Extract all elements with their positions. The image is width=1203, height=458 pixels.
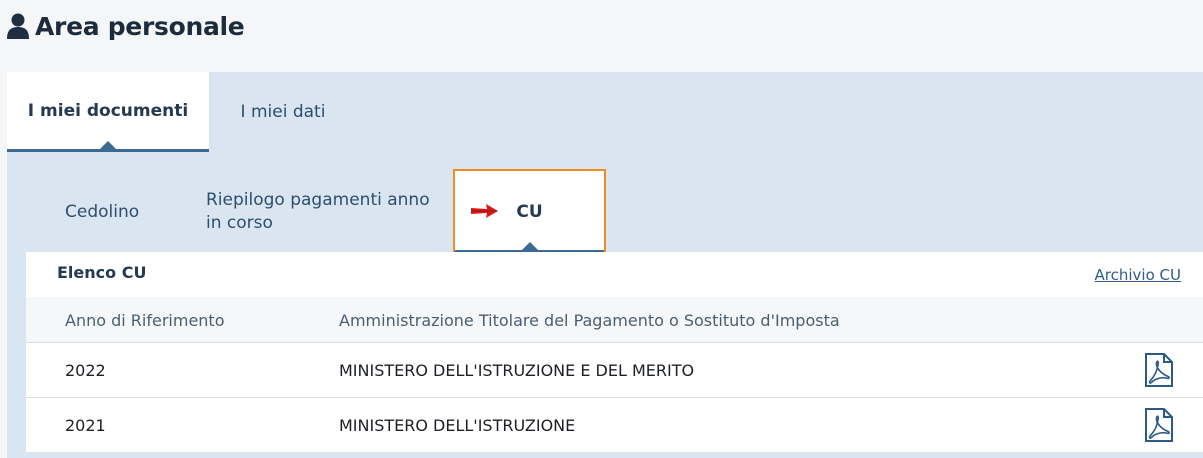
archivio-cu-link[interactable]: Archivio CU xyxy=(1095,266,1181,284)
tab-i-miei-dati[interactable]: I miei dati xyxy=(209,72,357,152)
page-header: Area personale xyxy=(7,8,245,44)
subtab-riepilogo-pagamenti[interactable]: Riepilogo pagamenti anno in corso xyxy=(206,169,436,255)
red-arrow-icon xyxy=(471,204,498,218)
pdf-icon[interactable] xyxy=(1144,353,1174,387)
pdf-icon[interactable] xyxy=(1144,408,1174,442)
card-header: Elenco CU Archivio CU xyxy=(26,252,1203,297)
subtab-label: Cedolino xyxy=(65,201,140,222)
subtab-label: CU xyxy=(516,201,543,222)
row-year: 2022 xyxy=(65,361,106,380)
cu-list-card: Elenco CU Archivio CU Anno di Riferiment… xyxy=(26,252,1203,452)
tab-label: I miei documenti xyxy=(27,100,189,121)
tab-i-miei-documenti[interactable]: I miei documenti xyxy=(7,72,209,152)
column-header-administration: Amministrazione Titolare del Pagamento o… xyxy=(339,311,840,330)
row-administration: MINISTERO DELL'ISTRUZIONE xyxy=(339,416,576,435)
active-tab-caret xyxy=(100,141,116,149)
table-header: Anno di Riferimento Amministrazione Tito… xyxy=(26,297,1203,343)
subtab-cu[interactable]: CU xyxy=(453,169,606,255)
user-icon xyxy=(7,13,29,39)
active-subtab-caret xyxy=(521,242,538,250)
subtab-cedolino[interactable]: Cedolino xyxy=(65,169,185,255)
documents-panel: I miei documenti I miei dati Cedolino Ri… xyxy=(7,72,1203,458)
column-header-year: Anno di Riferimento xyxy=(65,311,225,330)
page-title: Area personale xyxy=(35,11,245,41)
card-title: Elenco CU xyxy=(57,263,147,282)
main-tabs: I miei documenti I miei dati xyxy=(7,72,357,152)
table-row: 2021 MINISTERO DELL'ISTRUZIONE xyxy=(26,398,1203,452)
subtab-label: Riepilogo pagamenti anno in corso xyxy=(206,190,430,233)
row-year: 2021 xyxy=(65,416,106,435)
table-row: 2022 MINISTERO DELL'ISTRUZIONE E DEL MER… xyxy=(26,343,1203,398)
row-administration: MINISTERO DELL'ISTRUZIONE E DEL MERITO xyxy=(339,361,695,380)
tab-label: I miei dati xyxy=(240,102,326,122)
